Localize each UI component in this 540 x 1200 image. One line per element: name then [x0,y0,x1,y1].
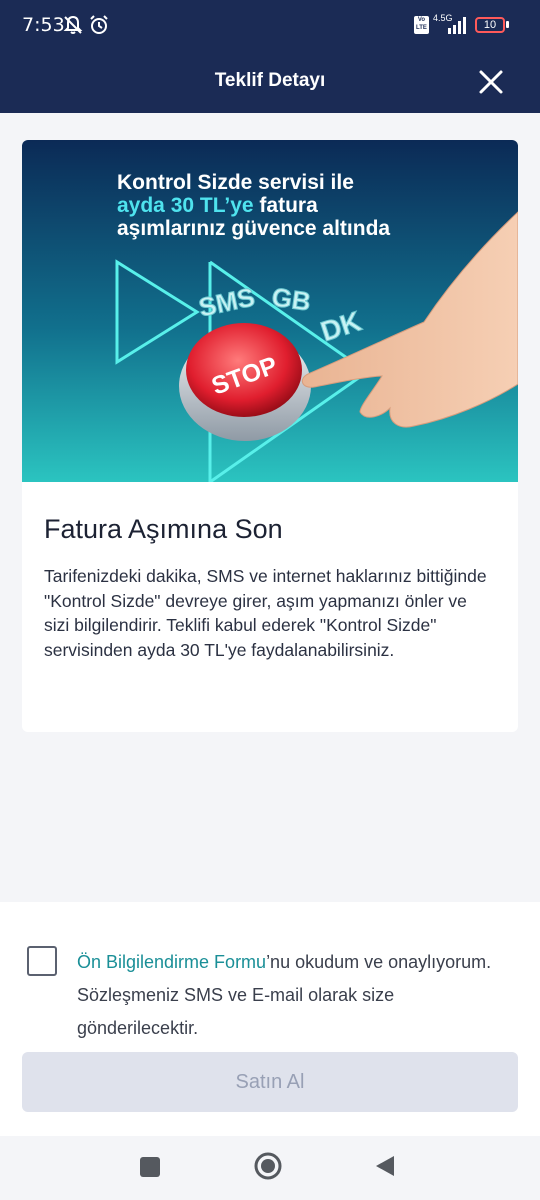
signal-icon [448,17,466,34]
battery-level: 10 [483,19,497,31]
alarm-icon [90,15,108,34]
page-title: Teklif Detayı [214,70,326,91]
back-icon[interactable] [374,1154,396,1178]
status-bar: 7:53 Vo LTE 4.5G 10 [0,0,540,50]
page-header: Teklif Detayı [0,50,540,113]
banner-tag-gb: GB [270,282,313,317]
status-time: 7:53 [22,14,65,36]
banner-headline-line3: aşımlarınız güvence altında [117,217,390,240]
volte-badge: Vo LTE [414,16,429,34]
offer-banner-image: Kontrol Sizde servisi ile ayda 30 TL’ye … [22,140,518,482]
close-icon[interactable] [476,67,506,97]
recent-apps-icon[interactable] [139,1156,161,1178]
offer-description: Tarifenizdeki dakika, SMS ve internet ha… [44,566,487,660]
pre-information-form-link[interactable]: Ön Bilgilendirme Formu [77,952,266,972]
bottom-panel: Ön Bilgilendirme Formu’nu okudum ve onay… [0,902,540,1136]
offer-title: Fatura Aşımına Son [44,514,283,544]
battery-tip [506,21,509,28]
banner-headline-line1: Kontrol Sizde servisi ile [117,171,354,194]
buy-button[interactable]: Satın Al [22,1052,518,1112]
banner-headline-highlight: ayda 30 TL’ye [117,194,254,217]
home-icon[interactable] [254,1152,282,1180]
battery-icon: 10 [475,17,505,33]
banner-headline-line2-rest: fatura [254,194,319,217]
consent-text: Ön Bilgilendirme Formu’nu okudum ve onay… [77,946,517,1045]
consent-checkbox[interactable] [27,946,57,976]
offer-card: Kontrol Sizde servisi ile ayda 30 TL’ye … [22,140,518,732]
banner-headline-line2: ayda 30 TL’ye fatura [117,194,318,217]
notifications-muted-icon [63,15,83,34]
system-navigation-bar [0,1136,540,1200]
